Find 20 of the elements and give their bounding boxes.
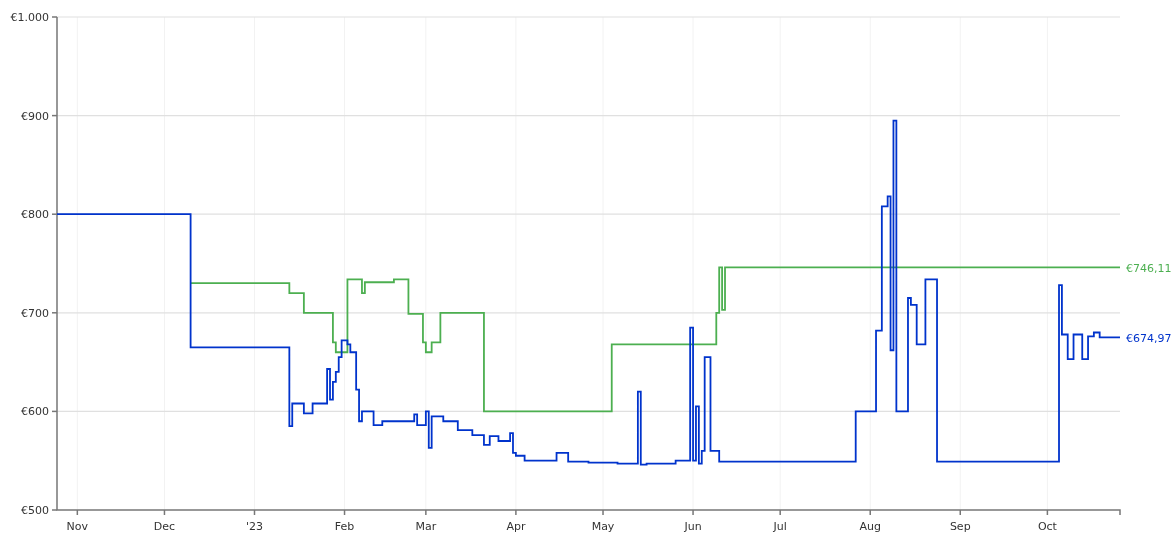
axis-tick-label: Oct xyxy=(1037,520,1057,533)
axis-tick-label: Apr xyxy=(506,520,526,533)
price-label: €746,11 xyxy=(1126,262,1172,276)
axis-tick-label: €600 xyxy=(21,405,49,419)
axis-tick-label: €900 xyxy=(21,109,49,123)
axis-tick-label: Aug xyxy=(859,520,881,533)
axis-tick-label: Dec xyxy=(153,520,176,533)
price-label: €674,97 xyxy=(1126,332,1172,346)
axis-tick-label: €800 xyxy=(21,208,49,222)
axis-tick-label: Nov xyxy=(66,520,89,533)
axis-tick-label: May xyxy=(591,520,615,533)
axis-tick-label: Jun xyxy=(684,520,702,533)
axis-tick-label: Jul xyxy=(773,520,787,533)
axis-tick-label: Mar xyxy=(415,520,437,533)
axis-tick-label: '23 xyxy=(246,520,263,533)
axis-tick-label: €700 xyxy=(21,306,49,320)
axis-tick-label: Sep xyxy=(949,520,971,533)
axis-tick-label: €1.000 xyxy=(10,11,49,24)
axis-tick-label: Feb xyxy=(334,520,355,533)
axis-tick-label: €500 xyxy=(21,504,49,517)
